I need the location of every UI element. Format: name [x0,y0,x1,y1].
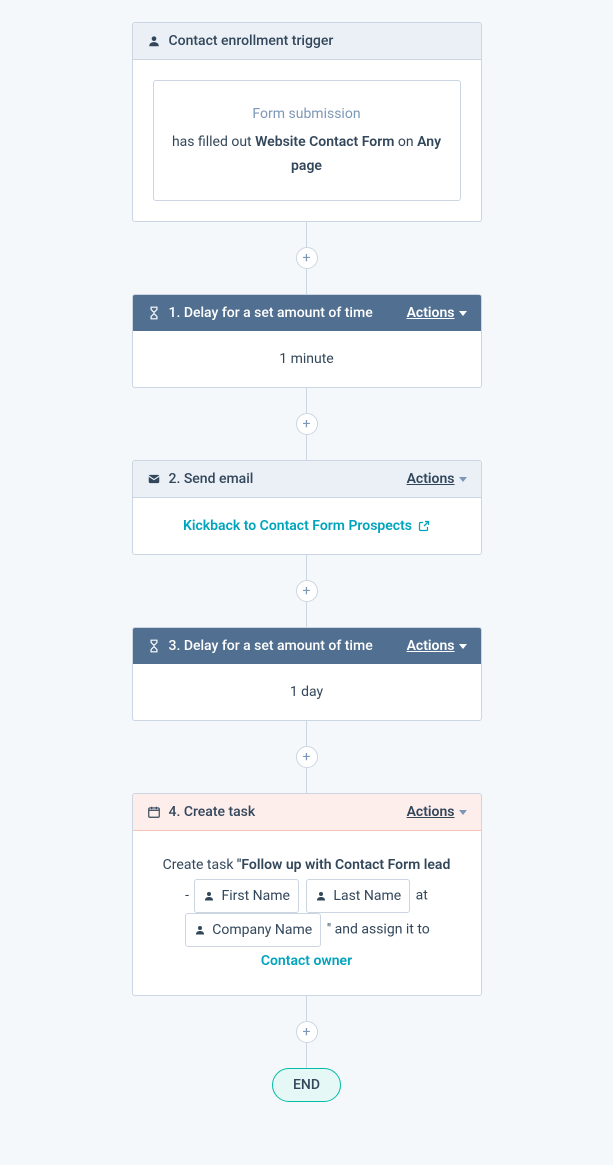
chevron-down-icon [459,477,467,482]
step-title: 3. Delay for a set amount of time [169,638,373,654]
create-task-header: 4. Create task Actions [133,794,481,831]
step-title: 2. Send email [169,471,254,487]
connector-line [306,602,307,627]
actions-menu[interactable]: Actions [407,804,467,820]
delay-body-1: 1 minute [133,331,481,387]
contact-icon [203,890,215,902]
delay-card-3[interactable]: 3. Delay for a set amount of time Action… [132,627,482,721]
delay-body-3: 1 day [133,664,481,720]
actions-menu[interactable]: Actions [407,305,467,321]
task-icon [147,805,161,819]
trigger-header: Contact enrollment trigger [133,23,481,60]
workflow-canvas: Contact enrollment trigger Form submissi… [0,22,613,1102]
add-step-button[interactable]: + [296,413,318,435]
delay-header-3: 3. Delay for a set amount of time Action… [133,628,481,664]
add-step-button[interactable]: + [296,580,318,602]
add-step-button[interactable]: + [296,746,318,768]
contact-icon [315,890,327,902]
envelope-icon [147,472,161,486]
contact-icon [194,924,206,936]
email-link[interactable]: Kickback to Contact Form Prospects [183,518,430,534]
delay-card-1[interactable]: 1. Delay for a set amount of time Action… [132,294,482,388]
connector-line [306,388,307,413]
connector-line [306,721,307,746]
first-name-token: First Name [194,879,298,913]
end-node: END [272,1068,341,1102]
connector-line [306,996,307,1021]
delay-header-1: 1. Delay for a set amount of time Action… [133,295,481,331]
connector-line [306,435,307,460]
trigger-card[interactable]: Contact enrollment trigger Form submissi… [132,22,482,222]
trigger-description: has filled out Website Contact Form on A… [168,131,446,179]
last-name-token: Last Name [306,879,410,913]
connector-line [306,222,307,247]
connector-line [306,269,307,294]
trigger-title: Contact enrollment trigger [169,33,334,49]
trigger-body: Form submission has filled out Website C… [133,60,481,221]
step-title: 4. Create task [169,804,256,820]
chevron-down-icon [459,644,467,649]
create-task-body: Create task "Follow up with Contact Form… [133,831,481,995]
connector-line [306,768,307,793]
hourglass-icon [147,639,161,653]
add-step-button[interactable]: + [296,247,318,269]
send-email-card[interactable]: 2. Send email Actions Kickback to Contac… [132,460,482,555]
create-task-card[interactable]: 4. Create task Actions Create task "Foll… [132,793,482,996]
company-name-token: Company Name [185,913,321,947]
step-title: 1. Delay for a set amount of time [169,305,373,321]
trigger-criteria[interactable]: Form submission has filled out Website C… [153,80,461,201]
hourglass-icon [147,306,161,320]
actions-menu[interactable]: Actions [407,638,467,654]
chevron-down-icon [459,311,467,316]
send-email-body: Kickback to Contact Form Prospects [133,498,481,554]
send-email-header: 2. Send email Actions [133,461,481,498]
connector-line [306,555,307,580]
external-link-icon [418,520,430,532]
chevron-down-icon [459,810,467,815]
contact-icon [147,34,161,48]
assignee-link[interactable]: Contact owner [261,947,352,975]
connector-line [306,1043,307,1068]
add-step-button[interactable]: + [296,1021,318,1043]
actions-menu[interactable]: Actions [407,471,467,487]
trigger-type: Form submission [168,103,446,127]
